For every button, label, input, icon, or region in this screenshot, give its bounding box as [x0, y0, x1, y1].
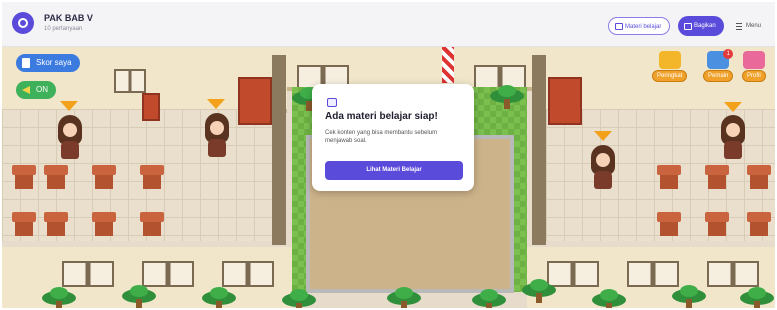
players-button[interactable]: 1 Pemain	[703, 49, 734, 82]
bagikan-button[interactable]: Bagikan	[678, 16, 724, 36]
bagikan-label: Bagikan	[694, 23, 716, 29]
desk	[92, 165, 116, 193]
sound-toggle[interactable]: ON	[16, 81, 56, 99]
materi-modal: Ada materi belajar siap! Cek konten yang…	[312, 84, 474, 191]
classroom-window	[114, 69, 146, 93]
profile-button[interactable]: Profil	[742, 51, 766, 82]
question-marker[interactable]	[724, 102, 742, 112]
materi-belajar-label: Materi belajar	[625, 24, 662, 30]
palm-tree	[522, 279, 556, 303]
profile-label: Profil	[742, 70, 766, 82]
palm-tree	[387, 287, 421, 308]
desk	[657, 165, 681, 193]
sound-label: ON	[36, 85, 48, 94]
left-classroom-floor	[2, 109, 272, 241]
materi-belajar-button[interactable]: Materi belajar	[608, 17, 671, 35]
profile-icon	[742, 51, 765, 69]
bottom-window	[142, 261, 194, 287]
desk	[657, 212, 681, 240]
book-icon	[327, 98, 337, 107]
app-frame: PAK BAB V 10 pertanyaan Materi belajar B…	[2, 2, 775, 308]
score-label: Skor saya	[36, 58, 72, 67]
question-marker[interactable]	[60, 101, 78, 111]
leaderboard-button[interactable]: Peringkat	[652, 51, 688, 82]
desk	[44, 165, 68, 193]
right-room-divider	[532, 55, 546, 245]
palm-tree	[282, 289, 316, 308]
desk	[747, 212, 771, 240]
cabinet-right	[548, 77, 582, 125]
question-count: 10 pertanyaan	[44, 26, 83, 32]
palm-tree	[740, 287, 774, 308]
palm-tree	[672, 285, 706, 308]
desk	[705, 212, 729, 240]
menu-icon	[736, 23, 742, 30]
npc-teacher[interactable]	[204, 113, 230, 159]
menu-label: Menu	[746, 23, 762, 29]
players-icon: 1	[707, 49, 734, 69]
top-bar: PAK BAB V 10 pertanyaan Materi belajar B…	[2, 2, 775, 47]
speaker-icon	[22, 86, 30, 94]
pole	[442, 47, 454, 83]
menu-button[interactable]: Menu	[734, 17, 761, 35]
lihat-materi-button[interactable]: Lihat Materi Belajar	[325, 161, 463, 180]
desk	[140, 165, 164, 193]
players-label: Pemain	[703, 70, 734, 82]
question-marker[interactable]	[207, 99, 225, 109]
bottom-window	[627, 261, 679, 287]
npc-teacher[interactable]	[590, 145, 616, 191]
desk	[705, 165, 729, 193]
trash-bin	[142, 93, 160, 121]
modal-title: Ada materi belajar siap!	[325, 111, 438, 122]
score-icon	[22, 58, 30, 68]
palm-tree	[42, 287, 76, 308]
palm-tree	[122, 285, 156, 308]
bottom-window	[707, 261, 759, 287]
question-marker[interactable]	[594, 131, 612, 141]
score-button[interactable]: Skor saya	[16, 54, 80, 72]
share-icon	[684, 23, 692, 30]
modal-description: Cek konten yang bisa membantu sebelum me…	[325, 130, 438, 144]
logo-icon	[12, 12, 34, 34]
quiz-title: PAK BAB V	[44, 13, 93, 23]
bottom-window	[222, 261, 274, 287]
cabinet	[238, 77, 272, 125]
book-icon	[615, 23, 623, 30]
leaderboard-label: Peringkat	[652, 70, 688, 82]
palm-tree	[472, 289, 506, 308]
palm-tree	[592, 289, 626, 308]
desk	[12, 212, 36, 240]
trophy-icon	[658, 51, 681, 69]
left-room-divider	[272, 55, 286, 245]
bottom-window	[62, 261, 114, 287]
players-count-badge: 1	[723, 49, 734, 59]
desk	[747, 165, 771, 193]
palm-tree	[202, 287, 236, 308]
palm-tree	[490, 85, 524, 109]
desk	[44, 212, 68, 240]
desk	[140, 212, 164, 240]
npc-teacher[interactable]	[720, 115, 746, 161]
desk	[92, 212, 116, 240]
desk	[12, 165, 36, 193]
npc-teacher[interactable]	[57, 115, 83, 161]
